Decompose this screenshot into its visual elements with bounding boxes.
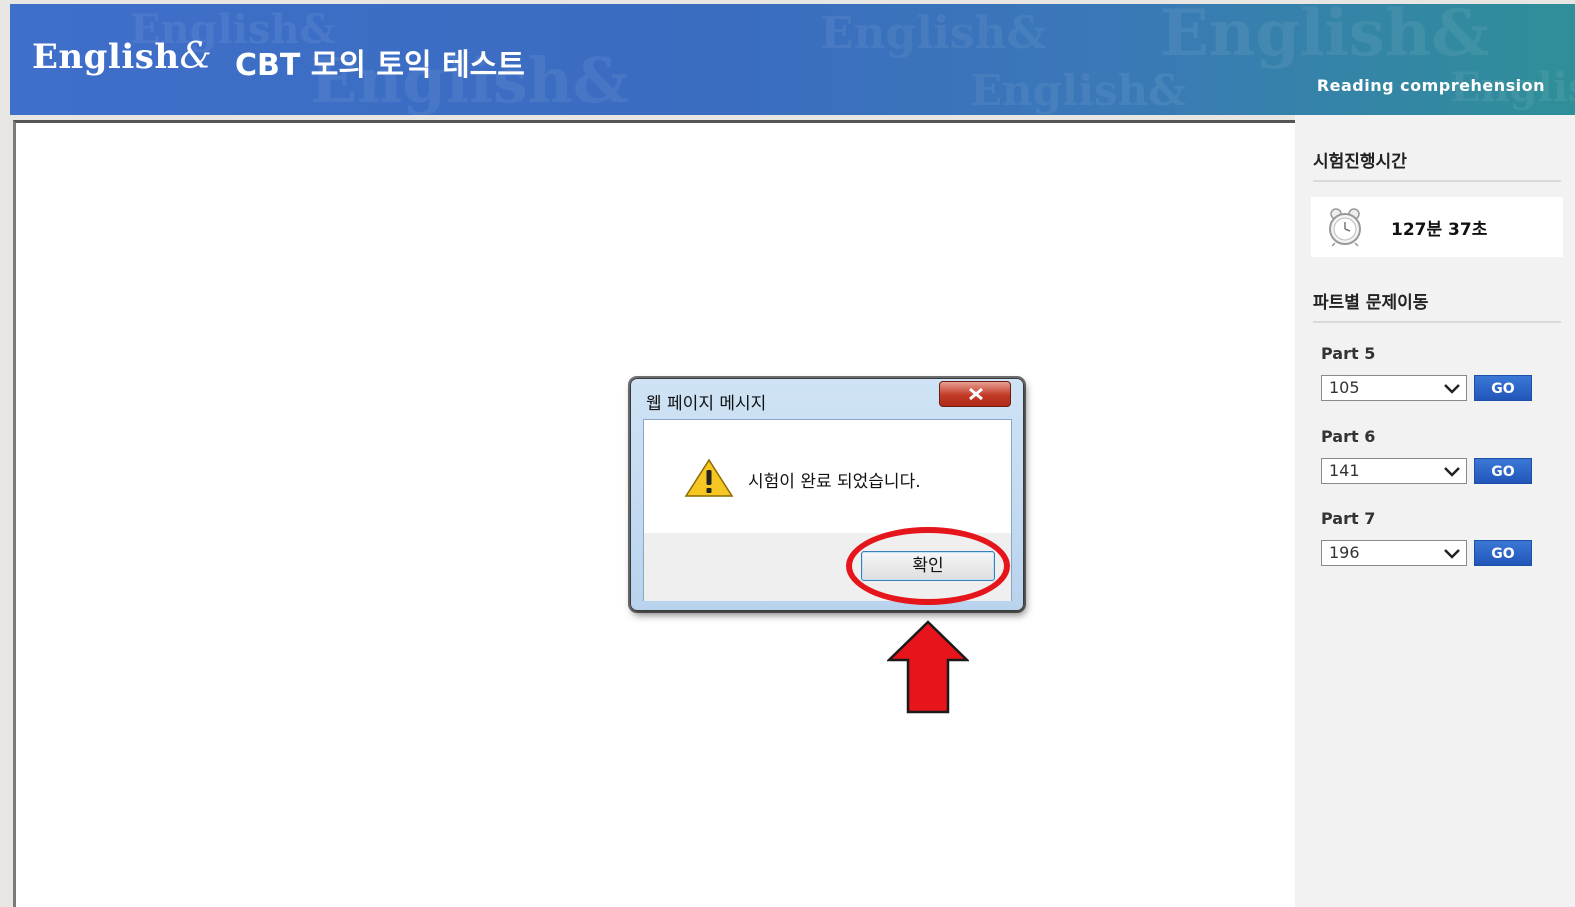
chevron-down-icon <box>1444 549 1460 559</box>
elapsed-time: 127분 37초 <box>1391 220 1488 240</box>
brand-logo-text: English <box>32 37 180 77</box>
timer-box: 127분 37초 <box>1311 197 1563 257</box>
chevron-down-icon <box>1444 467 1460 477</box>
part-6-selected-value: 141 <box>1329 461 1360 480</box>
header-watermark: English& <box>820 8 1047 59</box>
part-6-question-select[interactable]: 141 <box>1321 458 1467 484</box>
part-5-question-select[interactable]: 105 <box>1321 375 1467 401</box>
header-watermark: English& <box>970 66 1186 115</box>
part-6-go-button[interactable]: GO <box>1474 458 1532 484</box>
part-5-label: Part 5 <box>1321 344 1376 363</box>
chevron-down-icon <box>1444 384 1460 394</box>
part-7-go-button[interactable]: GO <box>1474 540 1532 566</box>
dialog-message: 시험이 완료 되었습니다. <box>748 472 921 492</box>
up-arrow-icon <box>887 620 969 714</box>
dialog-title: 웹 페이지 메시지 <box>646 394 767 414</box>
part-5-selected-value: 105 <box>1329 378 1360 397</box>
app-title: CBT 모의 토익 테스트 <box>235 48 525 83</box>
sidebar: 시험진행시간 127분 37초 파트별 문제이동 Part 5 105 GO P… <box>1295 115 1575 907</box>
alarm-clock-icon <box>1329 208 1361 247</box>
section-label: Reading comprehension <box>1316 76 1545 95</box>
close-icon <box>969 387 983 401</box>
brand-logo-amp: & <box>179 36 213 77</box>
warning-icon <box>684 458 734 497</box>
header-watermark: English& <box>1160 4 1490 71</box>
part-nav-heading: 파트별 문제이동 <box>1313 288 1561 323</box>
part-7-question-select[interactable]: 196 <box>1321 540 1467 566</box>
part-6-label: Part 6 <box>1321 427 1376 446</box>
dialog-close-button[interactable] <box>939 381 1011 407</box>
timer-heading: 시험진행시간 <box>1313 147 1561 182</box>
part-7-selected-value: 196 <box>1329 543 1360 562</box>
brand-logo: English& <box>32 36 212 77</box>
part-5-go-button[interactable]: GO <box>1474 375 1532 401</box>
highlight-circle <box>846 527 1010 605</box>
part-7-label: Part 7 <box>1321 509 1376 528</box>
app-header: English& English& English& English& Engl… <box>10 4 1575 115</box>
